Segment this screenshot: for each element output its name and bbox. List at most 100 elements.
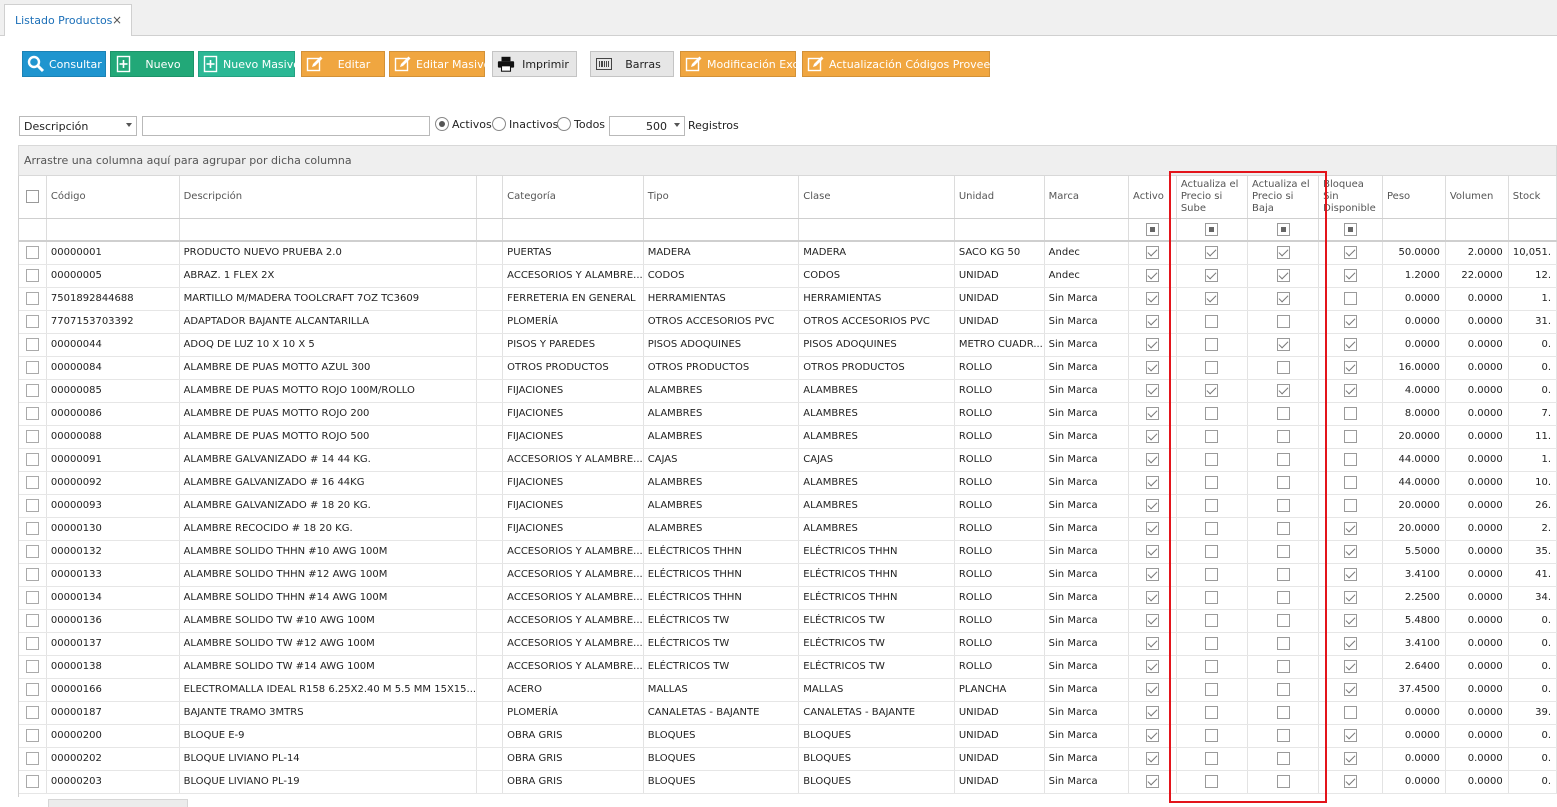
cell-actualiza-baja-checkbox[interactable] — [1276, 637, 1290, 650]
cell-actualiza-baja-checkbox[interactable] — [1276, 775, 1290, 788]
cell-actualiza-sube[interactable] — [1176, 402, 1249, 426]
cell-bloquea[interactable] — [1318, 379, 1383, 403]
cell-actualiza-baja[interactable] — [1247, 241, 1320, 265]
cell-actualiza-sube[interactable] — [1176, 471, 1249, 495]
cell-activo[interactable] — [1128, 241, 1177, 265]
row-select[interactable] — [19, 494, 47, 518]
cell-actualiza-baja[interactable] — [1247, 287, 1320, 311]
field-select[interactable]: Descripción — [19, 116, 137, 136]
editar-masivo-button[interactable]: Editar Masivo — [389, 51, 490, 77]
cell-actualiza-sube[interactable] — [1176, 425, 1249, 449]
cell-activo[interactable] — [1128, 517, 1177, 541]
cell-bloquea[interactable] — [1318, 701, 1383, 725]
cell-bloquea[interactable] — [1318, 678, 1383, 702]
cell-activo-checkbox[interactable] — [1145, 315, 1159, 328]
cell-actualiza-sube-checkbox[interactable] — [1205, 499, 1219, 512]
cell-actualiza-sube-checkbox[interactable] — [1205, 361, 1219, 374]
cell-bloquea[interactable] — [1318, 747, 1383, 771]
cell-bloquea-checkbox[interactable] — [1344, 499, 1358, 512]
cell-bloquea[interactable] — [1318, 563, 1383, 587]
nuevo-masivo-button[interactable]: Nuevo Masivo — [198, 51, 300, 77]
cell-activo[interactable] — [1128, 379, 1177, 403]
table-row[interactable]: 00000200 BLOQUE E-9 OBRA GRIS BLOQUES BLOQUE… — [19, 724, 1557, 748]
group-panel[interactable]: Arrastre una columna aquí para agrupar p… — [18, 145, 1557, 176]
row-select-checkbox[interactable] — [25, 338, 39, 351]
cell-activo[interactable] — [1128, 563, 1177, 587]
cell-actualiza-sube[interactable] — [1176, 586, 1249, 610]
cell-bloquea[interactable] — [1318, 448, 1383, 472]
cell-actualiza-sube-checkbox[interactable] — [1205, 292, 1219, 305]
cell-actualiza-baja-checkbox[interactable] — [1276, 407, 1290, 420]
row-select-checkbox[interactable] — [25, 407, 39, 420]
cell-activo[interactable] — [1128, 540, 1177, 564]
cell-bloquea-checkbox[interactable] — [1344, 476, 1358, 489]
row-select[interactable] — [19, 448, 47, 472]
row-select-checkbox[interactable] — [25, 545, 39, 558]
search-input[interactable] — [142, 116, 430, 136]
filter-bloquea-checkbox[interactable] — [1344, 222, 1358, 236]
cell-activo-checkbox[interactable] — [1145, 522, 1159, 535]
cell-actualiza-baja-checkbox[interactable] — [1276, 522, 1290, 535]
cell-activo-checkbox[interactable] — [1145, 246, 1159, 260]
cell-actualiza-baja[interactable] — [1247, 540, 1320, 564]
cell-activo[interactable] — [1128, 402, 1177, 426]
cell-actualiza-sube[interactable] — [1176, 356, 1249, 380]
table-row[interactable]: 00000085 ALAMBRE DE PUAS MOTTO ROJO 100M/… — [19, 379, 1557, 403]
cell-actualiza-sube-checkbox[interactable] — [1205, 453, 1219, 466]
cell-actualiza-sube-checkbox[interactable] — [1205, 315, 1219, 328]
cell-actualiza-sube-checkbox[interactable] — [1205, 407, 1219, 420]
cell-bloquea-checkbox[interactable] — [1344, 683, 1358, 696]
cell-bloquea-checkbox[interactable] — [1344, 453, 1358, 466]
table-row[interactable]: 00000044 ADOQ DE LUZ 10 X 10 X 5 PISOS Y P… — [19, 333, 1557, 357]
select-all-header[interactable] — [19, 176, 47, 219]
col-unidad[interactable]: Unidad — [954, 176, 1045, 219]
filter-cell[interactable] — [46, 218, 180, 242]
cell-activo[interactable] — [1128, 310, 1177, 334]
cell-bloquea-checkbox[interactable] — [1344, 361, 1358, 374]
cell-bloquea[interactable] — [1318, 655, 1383, 679]
cell-activo-checkbox[interactable] — [1145, 637, 1159, 650]
filter-baja[interactable] — [1247, 218, 1320, 242]
cell-activo-checkbox[interactable] — [1145, 453, 1159, 466]
row-select[interactable] — [19, 655, 47, 679]
cell-actualiza-baja[interactable] — [1247, 310, 1320, 334]
cell-actualiza-baja[interactable] — [1247, 471, 1320, 495]
cell-actualiza-baja[interactable] — [1247, 747, 1320, 771]
cell-actualiza-baja[interactable] — [1247, 517, 1320, 541]
cell-bloquea[interactable] — [1318, 333, 1383, 357]
row-select-checkbox[interactable] — [25, 637, 39, 650]
cell-actualiza-baja[interactable] — [1247, 724, 1320, 748]
cell-actualiza-baja[interactable] — [1247, 609, 1320, 633]
cell-actualiza-sube[interactable] — [1176, 379, 1249, 403]
cell-activo-checkbox[interactable] — [1145, 591, 1159, 604]
filter-cell[interactable] — [179, 218, 478, 242]
table-row[interactable]: 00000132 ALAMBRE SOLIDO THHN #10 AWG 100M… — [19, 540, 1557, 564]
row-select-checkbox[interactable] — [25, 246, 39, 260]
row-select-checkbox[interactable] — [25, 292, 39, 305]
col-actualiza-baja[interactable]: Actualiza el Precio si Baja — [1247, 176, 1320, 219]
radio-todos[interactable]: Todos — [557, 117, 605, 131]
col-peso[interactable]: Peso — [1382, 176, 1446, 219]
cell-actualiza-sube[interactable] — [1176, 517, 1249, 541]
cell-actualiza-baja-checkbox[interactable] — [1276, 706, 1290, 719]
cell-actualiza-baja[interactable] — [1247, 356, 1320, 380]
cell-actualiza-baja[interactable] — [1247, 632, 1320, 656]
col-clase[interactable]: Clase — [798, 176, 955, 219]
cell-activo-checkbox[interactable] — [1145, 775, 1159, 788]
cell-activo[interactable] — [1128, 724, 1177, 748]
cell-actualiza-sube[interactable] — [1176, 678, 1249, 702]
col-marca[interactable]: Marca — [1044, 176, 1130, 219]
filter-cell[interactable] — [1508, 218, 1557, 242]
row-select-checkbox[interactable] — [25, 522, 39, 535]
cell-actualiza-baja-checkbox[interactable] — [1276, 338, 1290, 351]
cell-actualiza-sube[interactable] — [1176, 724, 1249, 748]
cell-actualiza-baja[interactable] — [1247, 379, 1320, 403]
cell-bloquea-checkbox[interactable] — [1344, 729, 1358, 742]
table-row[interactable]: 00000202 BLOQUE LIVIANO PL-14 OBRA GRIS BLO… — [19, 747, 1557, 771]
cell-bloquea-checkbox[interactable] — [1344, 430, 1358, 443]
cell-actualiza-sube-checkbox[interactable] — [1205, 637, 1219, 650]
cell-bloquea-checkbox[interactable] — [1344, 660, 1358, 673]
tab-listado-productos[interactable]: Listado Productos × — [4, 4, 132, 36]
cell-bloquea-checkbox[interactable] — [1344, 614, 1358, 627]
cell-activo[interactable] — [1128, 264, 1177, 288]
